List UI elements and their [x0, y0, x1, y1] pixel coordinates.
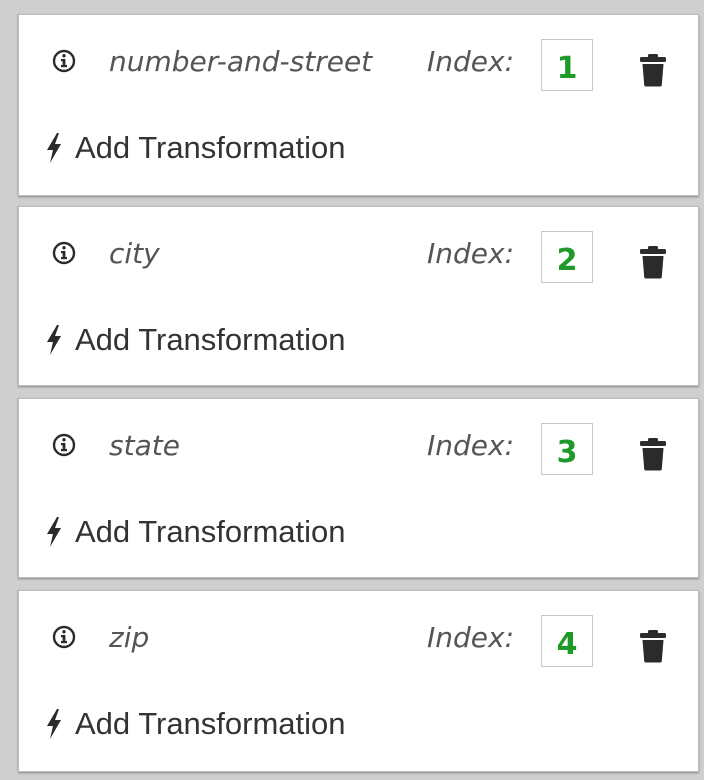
- field-name: number-and-street: [109, 45, 373, 78]
- trash-icon[interactable]: [639, 245, 667, 279]
- trash-icon[interactable]: [639, 629, 667, 663]
- index-input[interactable]: 4: [541, 615, 593, 667]
- add-transformation-label: Add Transformation: [75, 706, 346, 741]
- index-input[interactable]: 1: [541, 39, 593, 91]
- index-label: Index:: [427, 237, 515, 270]
- trash-icon[interactable]: [639, 53, 667, 87]
- add-transformation-label: Add Transformation: [75, 130, 346, 165]
- add-transformation-label: Add Transformation: [75, 514, 346, 549]
- info-circle-icon[interactable]: [52, 241, 76, 265]
- bolt-icon: [47, 709, 61, 739]
- field-card: city Index: 2 Add Transformation: [18, 206, 699, 386]
- bolt-icon: [47, 517, 61, 547]
- index-label: Index:: [427, 621, 515, 654]
- add-transformation-button[interactable]: Add Transformation: [45, 128, 346, 168]
- index-input[interactable]: 2: [541, 231, 593, 283]
- index-label: Index:: [427, 429, 515, 462]
- bolt-icon: [47, 133, 61, 163]
- info-circle-icon[interactable]: [52, 625, 76, 649]
- trash-icon[interactable]: [639, 437, 667, 471]
- add-transformation-button[interactable]: Add Transformation: [45, 704, 346, 744]
- field-name: city: [109, 237, 160, 270]
- info-circle-icon[interactable]: [52, 49, 76, 73]
- info-circle-icon[interactable]: [52, 433, 76, 457]
- field-card: number-and-street Index: 1 Add Transform…: [18, 14, 699, 196]
- add-transformation-button[interactable]: Add Transformation: [45, 512, 346, 552]
- add-transformation-label: Add Transformation: [75, 322, 346, 357]
- field-name: state: [109, 429, 180, 462]
- field-card: zip Index: 4 Add Transformation: [18, 590, 699, 772]
- add-transformation-button[interactable]: Add Transformation: [45, 320, 346, 360]
- bolt-icon: [47, 325, 61, 355]
- field-card: state Index: 3 Add Transformation: [18, 398, 699, 578]
- field-name: zip: [109, 621, 150, 654]
- index-label: Index:: [427, 45, 515, 78]
- field-mapping-list: number-and-street Index: 1 Add Transform…: [8, 8, 704, 780]
- index-input[interactable]: 3: [541, 423, 593, 475]
